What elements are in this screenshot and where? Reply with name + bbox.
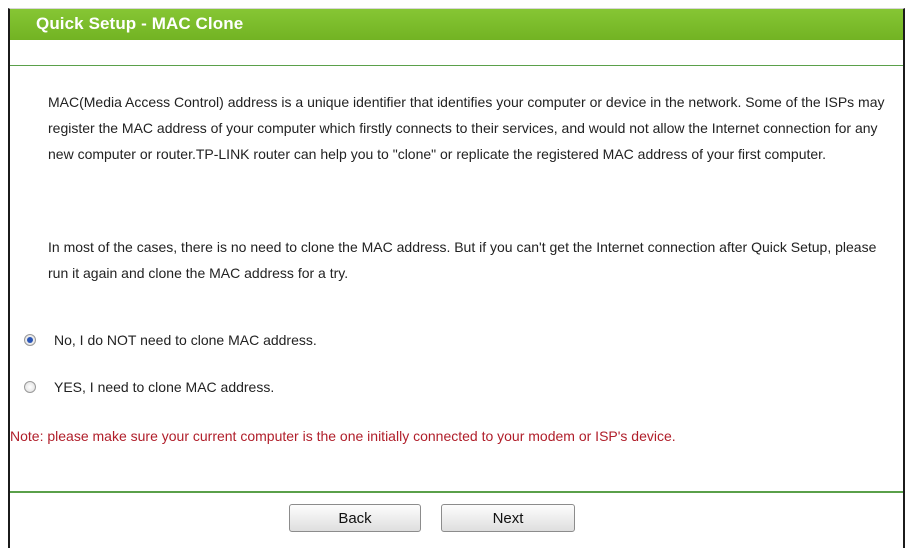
advice-text: In most of the cases, there is no need t… (48, 239, 877, 281)
next-button[interactable]: Next (441, 504, 575, 532)
divider (10, 65, 903, 66)
option-no-clone-label: No, I do NOT need to clone MAC address. (54, 332, 317, 348)
header-bar: Quick Setup - MAC Clone (10, 9, 903, 40)
back-button[interactable]: Back (289, 504, 421, 532)
note-text: Note: please make sure your current comp… (10, 428, 676, 444)
option-clone[interactable]: YES, I need to clone MAC address. (24, 376, 274, 398)
option-clone-label: YES, I need to clone MAC address. (54, 379, 275, 395)
radio-clone[interactable] (24, 381, 36, 393)
mac-clone-panel: Quick Setup - MAC Clone MAC(Media Access… (8, 8, 905, 548)
radio-no-clone[interactable] (24, 334, 36, 346)
footer-divider (10, 491, 903, 493)
intro-text: MAC(Media Access Control) address is a u… (48, 94, 885, 162)
page-title: Quick Setup - MAC Clone (36, 14, 244, 33)
option-no-clone[interactable]: No, I do NOT need to clone MAC address. (24, 329, 317, 351)
